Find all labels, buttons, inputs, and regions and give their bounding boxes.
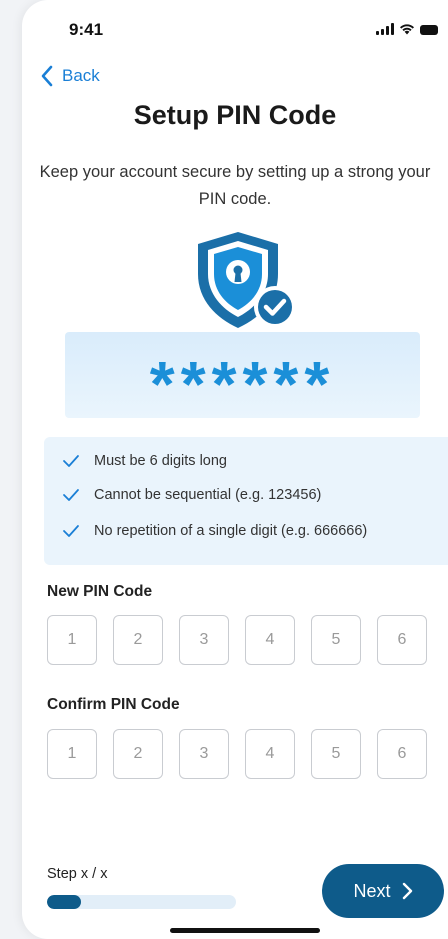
status-bar: 9:41 (22, 0, 448, 60)
new-pin-inputs: 1 2 3 4 5 6 (47, 615, 427, 665)
step-indicator: Step x / x (47, 866, 108, 882)
phone-screen: 9:41 Back Setup PIN Code Keep your accou… (22, 0, 448, 939)
new-pin-digit-4[interactable]: 4 (245, 615, 295, 665)
shield-lock-icon (198, 232, 296, 328)
rule-text: Must be 6 digits long (94, 453, 227, 469)
rule-item: No repetition of a single digit (e.g. 66… (62, 523, 367, 539)
page-subtitle: Keep your account secure by setting up a… (39, 163, 431, 208)
back-button[interactable]: Back (38, 64, 100, 88)
status-icons (376, 23, 438, 35)
new-pin-label: New PIN Code (47, 583, 153, 600)
confirm-pin-digit-5[interactable]: 5 (311, 729, 361, 779)
new-pin-digit-1[interactable]: 1 (47, 615, 97, 665)
confirm-pin-digit-3[interactable]: 3 (179, 729, 229, 779)
confirm-pin-inputs: 1 2 3 4 5 6 (47, 729, 427, 779)
rule-item: Must be 6 digits long (62, 453, 227, 469)
confirm-pin-digit-4[interactable]: 4 (245, 729, 295, 779)
back-label: Back (62, 66, 100, 85)
new-pin-digit-3[interactable]: 3 (179, 615, 229, 665)
home-indicator (170, 928, 320, 933)
rule-text: No repetition of a single digit (e.g. 66… (94, 523, 368, 539)
chevron-right-icon (402, 882, 412, 900)
masked-pin: ****** (149, 348, 336, 420)
rule-text: Cannot be sequential (e.g. 123456) (94, 487, 322, 503)
step-progress-bar (47, 895, 236, 909)
check-icon (63, 455, 79, 467)
confirm-pin-digit-2[interactable]: 2 (113, 729, 163, 779)
chevron-left-icon (41, 65, 53, 87)
next-button[interactable]: Next (322, 864, 444, 918)
signal-icon (376, 23, 394, 35)
status-time: 9:41 (69, 20, 104, 39)
confirm-pin-digit-6[interactable]: 6 (377, 729, 427, 779)
battery-icon (420, 25, 438, 35)
next-label: Next (353, 880, 391, 901)
pin-requirements: Must be 6 digits long Cannot be sequenti… (44, 437, 448, 565)
check-icon (63, 525, 79, 537)
rule-item: Cannot be sequential (e.g. 123456) (62, 487, 321, 503)
new-pin-digit-2[interactable]: 2 (113, 615, 163, 665)
check-icon (63, 489, 79, 501)
step-progress-fill (47, 895, 82, 909)
wifi-icon (400, 24, 414, 35)
pin-preview: ****** (65, 332, 420, 418)
new-pin-digit-6[interactable]: 6 (377, 615, 427, 665)
new-pin-digit-5[interactable]: 5 (311, 615, 361, 665)
confirm-pin-label: Confirm PIN Code (47, 696, 180, 713)
confirm-pin-digit-1[interactable]: 1 (47, 729, 97, 779)
page-title: Setup PIN Code (133, 100, 337, 130)
